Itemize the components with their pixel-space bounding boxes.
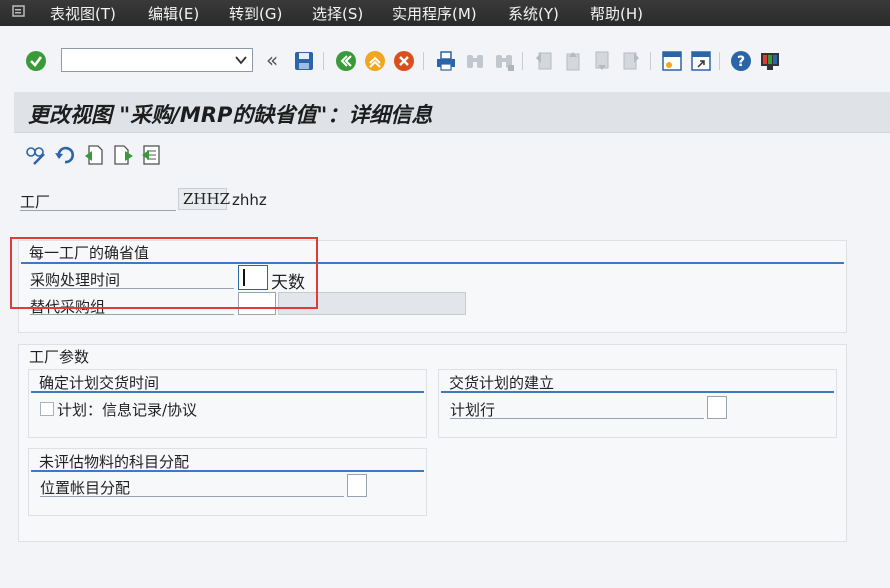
unvalued-material-title: 未评估物料的科目分配	[39, 453, 190, 471]
undo-button[interactable]	[53, 143, 77, 167]
cancel-button[interactable]	[391, 48, 417, 74]
highlight-box	[10, 237, 318, 309]
save-button[interactable]	[291, 48, 317, 74]
menu-table-view[interactable]: 表视图(T)	[50, 3, 116, 24]
shortcut-button[interactable]	[688, 48, 714, 74]
plan-info-record-checkbox[interactable]	[40, 402, 54, 416]
undo-icon	[55, 146, 74, 164]
chevron-down-icon[interactable]	[234, 53, 248, 67]
new-session-icon	[662, 51, 682, 71]
select-entries-button[interactable]	[140, 143, 164, 167]
checkmark-icon	[26, 51, 46, 71]
menu-help[interactable]: 帮助(H)	[590, 3, 643, 24]
plant-name-text: zhhz	[232, 191, 267, 209]
previous-page-button[interactable]	[560, 48, 586, 74]
menu-bar: 表视图(T) 编辑(E) 转到(G) 选择(S) 实用程序(M) 系统(Y) 帮…	[0, 0, 890, 26]
shortcut-icon	[691, 51, 711, 71]
plant-params-title: 工厂参数	[29, 348, 90, 366]
menu-exit-icon[interactable]	[12, 4, 28, 20]
find-next-button[interactable]	[491, 48, 517, 74]
next-entry-button[interactable]	[111, 143, 135, 167]
print-icon	[437, 51, 455, 71]
select-entries-icon	[142, 145, 160, 165]
account-assignment-input[interactable]	[347, 474, 367, 497]
schedule-creation-group: 交货计划的建立	[438, 369, 837, 438]
collapse-toolbar-button[interactable]: «	[266, 48, 278, 72]
schedule-creation-title: 交货计划的建立	[449, 374, 555, 392]
save-icon	[295, 52, 313, 70]
menu-system[interactable]: 系统(Y)	[508, 3, 559, 24]
delivery-time-title: 确定计划交货时间	[39, 374, 160, 392]
last-page-icon	[623, 52, 639, 70]
menu-selection[interactable]: 选择(S)	[312, 3, 363, 24]
binoculars-icon	[467, 55, 483, 68]
svg-text:?: ?	[737, 54, 745, 70]
previous-entry-button[interactable]	[82, 143, 106, 167]
plant-code-field: ZHHZ	[178, 188, 230, 210]
next-entry-icon	[114, 145, 133, 165]
command-input[interactable]	[62, 49, 235, 71]
exit-button[interactable]	[362, 48, 388, 74]
plant-label: 工厂	[20, 193, 51, 211]
back-icon	[336, 51, 356, 71]
new-session-button[interactable]	[659, 48, 685, 74]
next-page-button[interactable]	[589, 48, 615, 74]
glasses-pencil-icon	[26, 147, 45, 165]
enter-button[interactable]	[23, 48, 49, 74]
help-button[interactable]: ?	[728, 48, 754, 74]
schedule-line-input[interactable]	[707, 396, 727, 419]
title-bar: 更改视图 "采购/MRP的缺省值"：详细信息	[14, 92, 890, 133]
print-button[interactable]	[433, 48, 459, 74]
previous-page-icon	[566, 52, 580, 71]
schedule-line-label: 计划行	[450, 401, 496, 419]
back-button[interactable]	[333, 48, 359, 74]
command-field[interactable]	[61, 48, 253, 72]
exit-icon	[365, 51, 385, 71]
find-next-icon	[496, 55, 514, 71]
page-title: 更改视图 "采购/MRP的缺省值"：详细信息	[28, 103, 433, 127]
plan-info-record-label: 计划：信息记录/协议	[57, 401, 198, 419]
customize-layout-button[interactable]	[757, 48, 783, 74]
find-button[interactable]	[462, 48, 488, 74]
next-page-icon	[595, 51, 609, 70]
cancel-icon	[394, 51, 414, 71]
menu-goto[interactable]: 转到(G)	[229, 3, 282, 24]
first-page-button[interactable]	[531, 48, 557, 74]
account-assignment-label: 位置帐目分配	[40, 479, 131, 497]
previous-entry-icon	[85, 145, 103, 165]
first-page-icon	[536, 52, 552, 70]
display-change-button[interactable]	[24, 143, 48, 167]
monitor-icon	[761, 53, 779, 70]
help-icon: ?	[731, 51, 751, 71]
menu-utilities[interactable]: 实用程序(M)	[392, 3, 477, 24]
last-page-button[interactable]	[618, 48, 644, 74]
menu-edit[interactable]: 编辑(E)	[148, 3, 199, 24]
